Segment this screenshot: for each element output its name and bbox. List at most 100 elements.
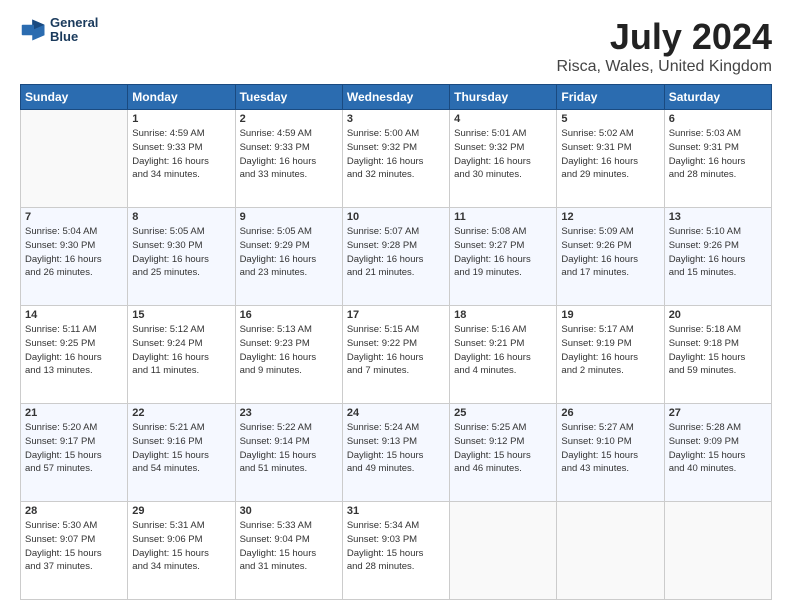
day-number: 15 — [132, 309, 230, 321]
calendar-cell: 1Sunrise: 4:59 AM Sunset: 9:33 PM Daylig… — [128, 110, 235, 208]
day-info: Sunrise: 5:00 AM Sunset: 9:32 PM Dayligh… — [347, 127, 445, 182]
calendar-cell: 7 Sunrise: 5:04 AM Sunset: 9:30 PM Daylig… — [21, 208, 128, 306]
day-info: Sunrise: 4:59 AM Sunset: 9:33 PM Dayligh… — [132, 127, 230, 182]
subtitle: Risca, Wales, United Kingdom — [557, 58, 773, 76]
calendar-week-2: 7 Sunrise: 5:04 AM Sunset: 9:30 PM Daylig… — [21, 208, 772, 306]
day-number: 6 — [669, 113, 767, 125]
calendar-cell: 8Sunrise: 5:05 AM Sunset: 9:30 PM Daylig… — [128, 208, 235, 306]
day-info: Sunrise: 5:18 AM Sunset: 9:18 PM Dayligh… — [669, 323, 767, 378]
day-info: Sunrise: 5:15 AM Sunset: 9:22 PM Dayligh… — [347, 323, 445, 378]
calendar-cell: 21Sunrise: 5:20 AM Sunset: 9:17 PM Dayli… — [21, 404, 128, 502]
day-info: Sunrise: 5:03 AM Sunset: 9:31 PM Dayligh… — [669, 127, 767, 182]
calendar-cell: 29Sunrise: 5:31 AM Sunset: 9:06 PM Dayli… — [128, 502, 235, 600]
logo-line2: Blue — [50, 30, 98, 44]
day-info: Sunrise: 5:27 AM Sunset: 9:10 PM Dayligh… — [561, 421, 659, 476]
calendar-week-1: 1Sunrise: 4:59 AM Sunset: 9:33 PM Daylig… — [21, 110, 772, 208]
day-number: 9 — [240, 211, 338, 223]
calendar-cell: 13 Sunrise: 5:10 AM Sunset: 9:26 PM Dayli… — [664, 208, 771, 306]
calendar-cell: 30Sunrise: 5:33 AM Sunset: 9:04 PM Dayli… — [235, 502, 342, 600]
calendar-cell: 31 Sunrise: 5:34 AM Sunset: 9:03 PM Dayli… — [342, 502, 449, 600]
calendar-cell: 6 Sunrise: 5:03 AM Sunset: 9:31 PM Daylig… — [664, 110, 771, 208]
calendar-cell — [557, 502, 664, 600]
day-number: 12 — [561, 211, 659, 223]
header: General Blue July 2024 Risca, Wales, Uni… — [20, 16, 772, 76]
day-number: 18 — [454, 309, 552, 321]
day-number: 28 — [25, 505, 123, 517]
day-info: Sunrise: 5:13 AM Sunset: 9:23 PM Dayligh… — [240, 323, 338, 378]
day-number: 22 — [132, 407, 230, 419]
day-info: Sunrise: 5:08 AM Sunset: 9:27 PM Dayligh… — [454, 225, 552, 280]
day-number: 11 — [454, 211, 552, 223]
calendar-week-4: 21Sunrise: 5:20 AM Sunset: 9:17 PM Dayli… — [21, 404, 772, 502]
calendar-cell: 3 Sunrise: 5:00 AM Sunset: 9:32 PM Daylig… — [342, 110, 449, 208]
calendar-cell — [21, 110, 128, 208]
logo-line1: General — [50, 16, 98, 30]
day-number: 14 — [25, 309, 123, 321]
calendar-cell: 12 Sunrise: 5:09 AM Sunset: 9:26 PM Dayli… — [557, 208, 664, 306]
day-info: Sunrise: 5:33 AM Sunset: 9:04 PM Dayligh… — [240, 519, 338, 574]
day-info: Sunrise: 5:12 AM Sunset: 9:24 PM Dayligh… — [132, 323, 230, 378]
calendar-header-sunday: Sunday — [21, 85, 128, 110]
day-info: Sunrise: 5:22 AM Sunset: 9:14 PM Dayligh… — [240, 421, 338, 476]
day-info: Sunrise: 5:28 AM Sunset: 9:09 PM Dayligh… — [669, 421, 767, 476]
day-info: Sunrise: 5:34 AM Sunset: 9:03 PM Dayligh… — [347, 519, 445, 574]
day-number: 31 — [347, 505, 445, 517]
day-info: Sunrise: 5:05 AM Sunset: 9:30 PM Dayligh… — [132, 225, 230, 280]
calendar-header-wednesday: Wednesday — [342, 85, 449, 110]
calendar-week-5: 28 Sunrise: 5:30 AM Sunset: 9:07 PM Dayli… — [21, 502, 772, 600]
calendar-cell: 28 Sunrise: 5:30 AM Sunset: 9:07 PM Dayli… — [21, 502, 128, 600]
day-info: Sunrise: 5:07 AM Sunset: 9:28 PM Dayligh… — [347, 225, 445, 280]
logo: General Blue — [20, 16, 98, 45]
day-number: 2 — [240, 113, 338, 125]
day-info: Sunrise: 5:20 AM Sunset: 9:17 PM Dayligh… — [25, 421, 123, 476]
calendar-cell: 22 Sunrise: 5:21 AM Sunset: 9:16 PM Dayli… — [128, 404, 235, 502]
day-number: 3 — [347, 113, 445, 125]
calendar-cell: 5 Sunrise: 5:02 AM Sunset: 9:31 PM Daylig… — [557, 110, 664, 208]
day-info: Sunrise: 5:16 AM Sunset: 9:21 PM Dayligh… — [454, 323, 552, 378]
day-info: Sunrise: 4:59 AM Sunset: 9:33 PM Dayligh… — [240, 127, 338, 182]
day-info: Sunrise: 5:24 AM Sunset: 9:13 PM Dayligh… — [347, 421, 445, 476]
calendar-header-friday: Friday — [557, 85, 664, 110]
calendar-cell: 17Sunrise: 5:15 AM Sunset: 9:22 PM Dayli… — [342, 306, 449, 404]
calendar-cell: 19 Sunrise: 5:17 AM Sunset: 9:19 PM Dayli… — [557, 306, 664, 404]
calendar-cell: 18 Sunrise: 5:16 AM Sunset: 9:21 PM Dayli… — [450, 306, 557, 404]
day-info: Sunrise: 5:05 AM Sunset: 9:29 PM Dayligh… — [240, 225, 338, 280]
calendar-cell: 9 Sunrise: 5:05 AM Sunset: 9:29 PM Daylig… — [235, 208, 342, 306]
day-number: 23 — [240, 407, 338, 419]
calendar-header-saturday: Saturday — [664, 85, 771, 110]
day-info: Sunrise: 5:21 AM Sunset: 9:16 PM Dayligh… — [132, 421, 230, 476]
day-number: 4 — [454, 113, 552, 125]
day-number: 19 — [561, 309, 659, 321]
calendar-cell — [664, 502, 771, 600]
day-info: Sunrise: 5:10 AM Sunset: 9:26 PM Dayligh… — [669, 225, 767, 280]
calendar: SundayMondayTuesdayWednesdayThursdayFrid… — [20, 84, 772, 600]
day-number: 13 — [669, 211, 767, 223]
calendar-cell: 23 Sunrise: 5:22 AM Sunset: 9:14 PM Dayli… — [235, 404, 342, 502]
calendar-cell — [450, 502, 557, 600]
day-number: 25 — [454, 407, 552, 419]
calendar-cell: 20 Sunrise: 5:18 AM Sunset: 9:18 PM Dayli… — [664, 306, 771, 404]
logo-icon — [20, 16, 48, 44]
calendar-week-3: 14Sunrise: 5:11 AM Sunset: 9:25 PM Dayli… — [21, 306, 772, 404]
calendar-cell: 26 Sunrise: 5:27 AM Sunset: 9:10 PM Dayli… — [557, 404, 664, 502]
day-number: 24 — [347, 407, 445, 419]
calendar-cell: 15 Sunrise: 5:12 AM Sunset: 9:24 PM Dayli… — [128, 306, 235, 404]
calendar-cell: 2 Sunrise: 4:59 AM Sunset: 9:33 PM Daylig… — [235, 110, 342, 208]
main-title: July 2024 — [557, 16, 773, 58]
calendar-header-thursday: Thursday — [450, 85, 557, 110]
day-number: 10 — [347, 211, 445, 223]
calendar-cell: 27Sunrise: 5:28 AM Sunset: 9:09 PM Dayli… — [664, 404, 771, 502]
day-info: Sunrise: 5:04 AM Sunset: 9:30 PM Dayligh… — [25, 225, 123, 280]
day-info: Sunrise: 5:17 AM Sunset: 9:19 PM Dayligh… — [561, 323, 659, 378]
day-info: Sunrise: 5:02 AM Sunset: 9:31 PM Dayligh… — [561, 127, 659, 182]
calendar-cell: 24 Sunrise: 5:24 AM Sunset: 9:13 PM Dayli… — [342, 404, 449, 502]
day-info: Sunrise: 5:09 AM Sunset: 9:26 PM Dayligh… — [561, 225, 659, 280]
day-number: 7 — [25, 211, 123, 223]
calendar-cell: 25Sunrise: 5:25 AM Sunset: 9:12 PM Dayli… — [450, 404, 557, 502]
day-number: 26 — [561, 407, 659, 419]
day-number: 20 — [669, 309, 767, 321]
day-info: Sunrise: 5:30 AM Sunset: 9:07 PM Dayligh… — [25, 519, 123, 574]
day-number: 5 — [561, 113, 659, 125]
day-info: Sunrise: 5:31 AM Sunset: 9:06 PM Dayligh… — [132, 519, 230, 574]
title-block: July 2024 Risca, Wales, United Kingdom — [557, 16, 773, 76]
